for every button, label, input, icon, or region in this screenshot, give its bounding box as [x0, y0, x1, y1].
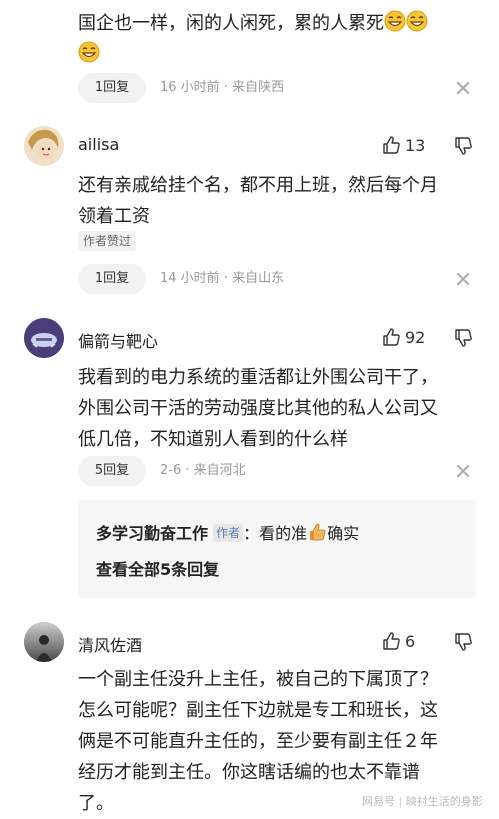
- like-icon[interactable]: [381, 135, 401, 159]
- comment-3-line-2: 外围公司干活的劳动强度比其他的私人公司又: [78, 398, 438, 419]
- username[interactable]: 清风佐酒: [78, 632, 142, 656]
- comment-1-line-1: 国企也一样，闲的人闲死，累的人累死: [78, 13, 384, 34]
- close-icon[interactable]: [456, 272, 470, 286]
- like-icon[interactable]: [381, 327, 401, 351]
- reply-count-button[interactable]: 5回复: [78, 456, 146, 486]
- sub-reply-author[interactable]: 多学习勤奋工作: [96, 524, 208, 543]
- comment-meta: 14 小时前 · 来自山东: [160, 271, 285, 286]
- comment-2-text: 还有亲戚给挂个名，都不用上班，然后每个月 领着工资: [78, 170, 488, 232]
- close-icon[interactable]: [456, 464, 470, 478]
- comment-meta: 16 小时前 · 来自陕西: [160, 80, 285, 95]
- thumbs-up-emoji-icon: [307, 522, 327, 542]
- comment-4-line-4: 经历才能到主任。你这瞎话编的也太不靠谱: [78, 762, 420, 783]
- sub-reply-text: ：看的准: [243, 524, 308, 543]
- dislike-icon[interactable]: [453, 632, 473, 656]
- like-count: 13: [405, 136, 426, 155]
- avatar[interactable]: [24, 126, 64, 166]
- comment-4-line-1: 一个副主任没升上主任，被自己的下属顶了？: [78, 669, 438, 690]
- comment-3-line-1: 我看到的电力系统的重活都让外围公司干了，: [78, 367, 438, 388]
- reply-count-button[interactable]: 1回复: [78, 264, 146, 294]
- avatar[interactable]: [24, 318, 64, 358]
- close-icon[interactable]: [456, 81, 470, 95]
- comment-4-line-3: 俩是不可能直升主任的，至少要有副主任２年: [78, 731, 438, 752]
- comment-meta: 2-6 · 来自河北: [160, 463, 246, 478]
- author-liked-badge: 作者赞过: [78, 231, 137, 251]
- grin-emoji-icon: [78, 41, 100, 63]
- username[interactable]: ailisa: [78, 135, 119, 154]
- username[interactable]: 偏箭与靶心: [78, 328, 158, 352]
- watermark-account: 映衬生活的身影: [405, 795, 483, 808]
- author-tag: 作者: [213, 524, 244, 542]
- watermark-brand: 网易号: [362, 795, 395, 808]
- watermark-divider: |: [398, 795, 403, 808]
- view-all-replies-link[interactable]: 查看全部5条回复: [96, 556, 219, 580]
- like-icon[interactable]: [381, 631, 401, 655]
- comment-2-line-1: 还有亲戚给挂个名，都不用上班，然后每个月: [78, 175, 438, 196]
- dislike-icon[interactable]: [453, 328, 473, 352]
- grin-emoji-icon: [384, 10, 406, 32]
- avatar[interactable]: [24, 622, 64, 662]
- dislike-icon[interactable]: [453, 136, 473, 160]
- sub-reply-text-end: 确实: [327, 524, 360, 543]
- like-count: 92: [405, 328, 426, 347]
- comment-3-line-3: 低几倍，不知道别人看到的什么样: [78, 429, 348, 450]
- comment-1-text: 国企也一样，闲的人闲死，累的人累死: [78, 8, 488, 70]
- reply-count-button[interactable]: 1回复: [78, 73, 146, 103]
- like-count: 6: [405, 632, 416, 651]
- comment-3-text: 我看到的电力系统的重活都让外围公司干了， 外围公司干活的劳动强度比其他的私人公司…: [78, 362, 493, 455]
- grin-emoji-icon: [406, 10, 428, 32]
- sub-reply-line: 多学习勤奋工作 作者 ：看的准 确实: [96, 520, 359, 544]
- comment-4-line-2: 怎么可能呢？副主任下边就是专工和班长，这: [78, 700, 438, 721]
- comment-2-line-2: 领着工资: [78, 206, 150, 227]
- sub-reply-box[interactable]: 多学习勤奋工作 作者 ：看的准 确实 查看全部5条回复: [78, 500, 476, 598]
- watermark: 网易号 | 映衬生活的身影: [362, 793, 483, 809]
